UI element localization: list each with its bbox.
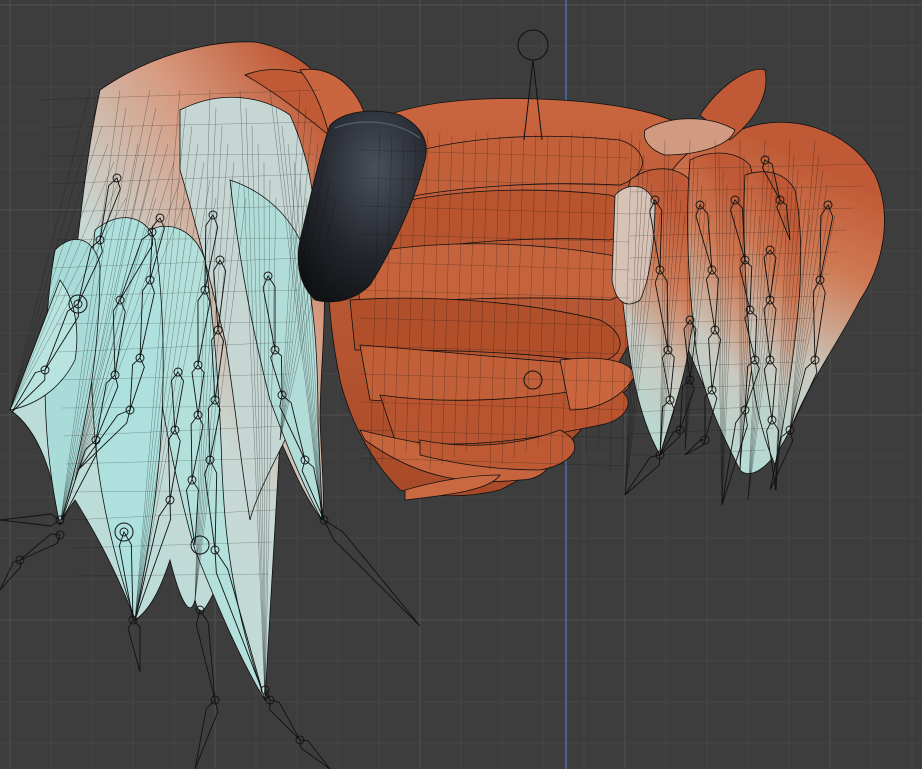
- bone-octahedral-icon: [127, 615, 141, 673]
- bone-octahedral-icon: [295, 735, 331, 769]
- viewport-canvas[interactable]: [0, 0, 922, 769]
- bone-octahedral-icon: [624, 450, 665, 496]
- bone-octahedral-icon: [19, 530, 65, 561]
- hair-mesh-left-tail[interactable]: [9, 41, 366, 702]
- bone-octahedral-icon: [265, 695, 301, 741]
- 3d-viewport[interactable]: [0, 0, 922, 769]
- bone-octahedral-icon: [319, 515, 421, 627]
- bone-octahedral-icon: [0, 555, 25, 591]
